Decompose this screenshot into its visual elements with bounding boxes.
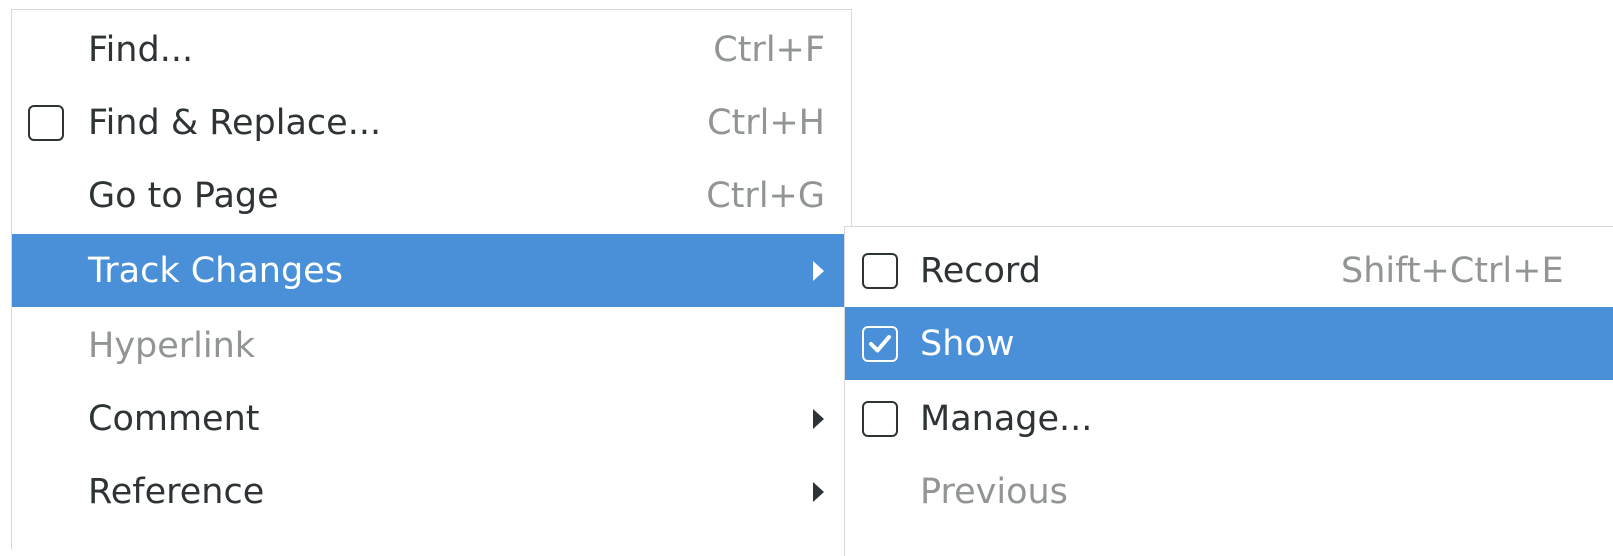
edit-menu: Find... Ctrl+F Find & Replace... Ctrl+H …: [11, 9, 852, 549]
menu-item-label: Manage...: [920, 398, 1093, 439]
menu-item-label: Reference: [88, 471, 265, 512]
track-changes-submenu: Record Shift+Ctrl+E Show Manage... Previ…: [844, 226, 1613, 556]
menu-item-label: Hyperlink: [88, 325, 256, 366]
menu-item-find-replace[interactable]: Find & Replace... Ctrl+H: [12, 86, 851, 159]
submenu-item-previous: Previous: [845, 455, 1613, 528]
menu-item-shortcut: Ctrl+F: [713, 29, 825, 70]
checkbox-unchecked-icon[interactable]: [28, 104, 64, 141]
menu-item-label: Comment: [88, 398, 260, 439]
menu-item-label: Record: [920, 250, 1041, 291]
menu-item-find[interactable]: Find... Ctrl+F: [12, 13, 851, 86]
menu-item-shortcut: Ctrl+G: [706, 175, 825, 216]
checkbox-unchecked-icon[interactable]: [862, 400, 898, 437]
menu-item-shortcut: Shift+Ctrl+E: [1341, 250, 1564, 291]
menu-item-reference[interactable]: Reference: [12, 455, 851, 528]
menu-item-label: Go to Page: [88, 175, 279, 216]
menu-item-label: Find...: [88, 29, 194, 70]
menu-item-label: Previous: [920, 471, 1068, 512]
submenu-item-record[interactable]: Record Shift+Ctrl+E: [845, 234, 1613, 307]
menu-item-hyperlink: Hyperlink: [12, 309, 851, 382]
submenu-item-manage[interactable]: Manage...: [845, 382, 1613, 455]
submenu-arrow-icon: [813, 260, 824, 281]
submenu-arrow-icon: [813, 408, 824, 429]
menu-item-label: Find & Replace...: [88, 102, 382, 143]
checkbox-unchecked-icon[interactable]: [862, 252, 898, 289]
submenu-item-show[interactable]: Show: [845, 307, 1613, 380]
menu-item-label: Show: [920, 323, 1015, 364]
submenu-arrow-icon: [813, 481, 824, 502]
menu-item-shortcut: Ctrl+H: [707, 102, 825, 143]
menu-item-go-to-page[interactable]: Go to Page Ctrl+G: [12, 159, 851, 232]
menu-item-comment[interactable]: Comment: [12, 382, 851, 455]
checkmark-icon: [869, 334, 891, 352]
checkbox-checked-icon[interactable]: [862, 325, 898, 362]
menu-item-label: Track Changes: [88, 250, 343, 291]
menu-item-track-changes[interactable]: Track Changes: [12, 234, 851, 307]
